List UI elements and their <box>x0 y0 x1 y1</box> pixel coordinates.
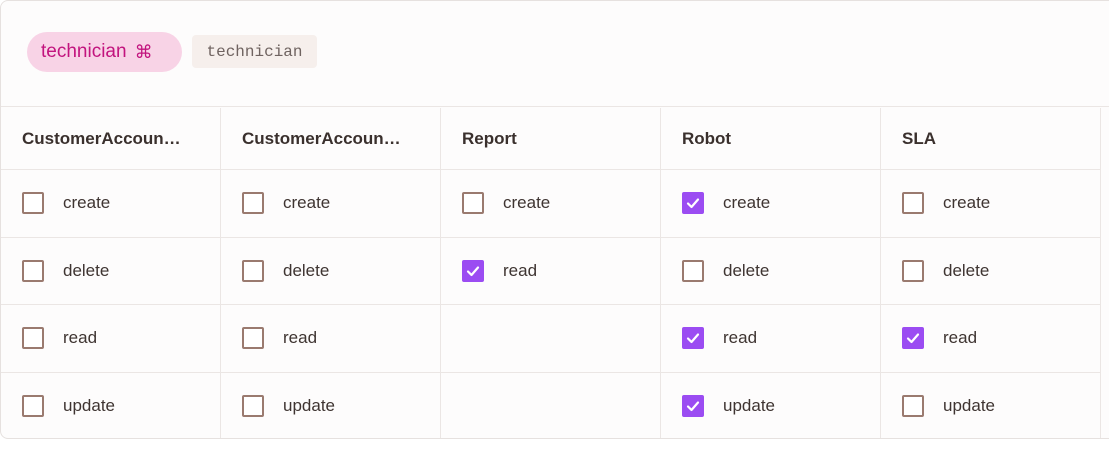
permission-checkbox[interactable] <box>22 327 44 350</box>
column-header: CustomerAccoun… <box>1 108 220 170</box>
permission-cell: update <box>1 373 220 439</box>
permission-label: read <box>283 328 318 348</box>
permission-checkbox[interactable] <box>682 259 704 282</box>
permission-label: read <box>63 328 98 348</box>
column-header: Report <box>441 108 660 170</box>
permission-label: create <box>63 193 111 213</box>
permissions-grid: CustomerAccoun… create delete read update Cus… <box>1 108 1101 439</box>
permission-checkbox[interactable] <box>682 192 704 215</box>
column-header-label: Robot <box>682 128 732 148</box>
permission-label: update <box>283 396 335 416</box>
permission-column: SLA create delete read update <box>881 108 1101 439</box>
column-header-label: CustomerAccoun… <box>22 128 181 148</box>
permission-cell: update <box>881 373 1100 439</box>
permission-label: delete <box>63 260 110 280</box>
checkmark-icon <box>466 266 480 276</box>
role-header: technician ⌘ technician <box>1 1 1109 107</box>
permission-cell: read <box>661 305 880 373</box>
role-code-tag: technician <box>192 35 317 68</box>
permission-cell: read <box>881 305 1100 373</box>
empty-cell <box>441 305 660 373</box>
checkmark-icon <box>686 401 700 412</box>
permission-checkbox[interactable] <box>682 395 704 418</box>
permission-label: read <box>503 260 538 280</box>
permission-cell: read <box>221 305 440 373</box>
permission-label: create <box>943 193 991 213</box>
permission-cell: create <box>441 170 660 238</box>
permission-checkbox[interactable] <box>242 192 264 215</box>
permission-checkbox[interactable] <box>462 192 484 215</box>
permission-label: read <box>723 328 758 348</box>
permission-column: Report create read <box>441 108 661 439</box>
permission-checkbox[interactable] <box>902 327 924 350</box>
permission-cell: create <box>221 170 440 238</box>
permission-label: read <box>943 328 978 348</box>
permission-checkbox[interactable] <box>22 395 44 418</box>
column-header: SLA <box>881 108 1100 170</box>
checkmark-icon <box>906 333 920 344</box>
permission-column: CustomerAccoun… create delete read update <box>1 108 221 439</box>
permission-checkbox[interactable] <box>902 395 924 418</box>
permission-checkbox[interactable] <box>242 395 264 418</box>
permission-cell: create <box>1 170 220 238</box>
permission-cell: delete <box>221 238 440 305</box>
role-permissions-card: technician ⌘ technician CustomerAccoun… c… <box>0 0 1109 439</box>
permission-label: delete <box>943 260 990 280</box>
permission-cell: read <box>441 238 660 305</box>
permission-label: create <box>723 193 771 213</box>
permission-checkbox[interactable] <box>242 327 264 350</box>
permission-label: delete <box>283 260 330 280</box>
permission-checkbox[interactable] <box>902 192 924 215</box>
role-badge[interactable]: technician ⌘ <box>27 32 182 72</box>
permission-checkbox[interactable] <box>242 259 264 282</box>
permission-column: Robot create delete read update <box>661 108 881 439</box>
permission-label: update <box>723 396 775 416</box>
permission-cell: delete <box>1 238 220 305</box>
permission-label: create <box>283 193 331 213</box>
permission-cell: read <box>1 305 220 373</box>
checkmark-icon <box>686 198 700 209</box>
empty-cell <box>441 373 660 439</box>
permission-label: update <box>943 396 995 416</box>
permission-cell: delete <box>881 238 1100 305</box>
permission-cell: create <box>881 170 1100 238</box>
column-header-label: SLA <box>902 128 936 148</box>
column-header: CustomerAccoun… <box>221 108 440 170</box>
permission-cell: update <box>661 373 880 439</box>
permission-checkbox[interactable] <box>462 259 484 282</box>
permission-label: update <box>63 396 115 416</box>
permission-label: delete <box>723 260 770 280</box>
permission-label: create <box>503 193 551 213</box>
column-header-label: CustomerAccoun… <box>242 128 401 148</box>
permission-checkbox[interactable] <box>22 259 44 282</box>
checkmark-icon <box>686 333 700 344</box>
column-header-label: Report <box>462 128 517 148</box>
column-header: Robot <box>661 108 880 170</box>
role-name: technician <box>41 41 127 62</box>
permission-cell: create <box>661 170 880 238</box>
permission-checkbox[interactable] <box>22 192 44 215</box>
permission-column: CustomerAccoun… create delete read update <box>221 108 441 439</box>
permission-checkbox[interactable] <box>902 259 924 282</box>
permission-checkbox[interactable] <box>682 327 704 350</box>
permission-cell: update <box>221 373 440 439</box>
permission-cell: delete <box>661 238 880 305</box>
command-icon: ⌘ <box>134 41 153 63</box>
